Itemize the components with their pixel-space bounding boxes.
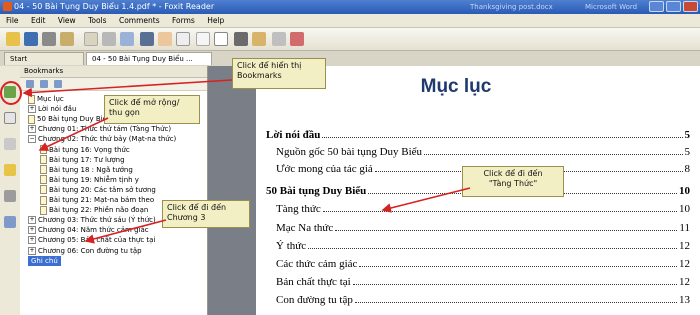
- annotation-arrows: [22, 79, 471, 244]
- arrow-to-tang-thuc: [381, 187, 471, 213]
- arrow-to-bookmarks-icon: [22, 79, 233, 98]
- arrow-to-chapter-3: [84, 219, 167, 244]
- arrow-to-expand-toggle: [38, 117, 109, 151]
